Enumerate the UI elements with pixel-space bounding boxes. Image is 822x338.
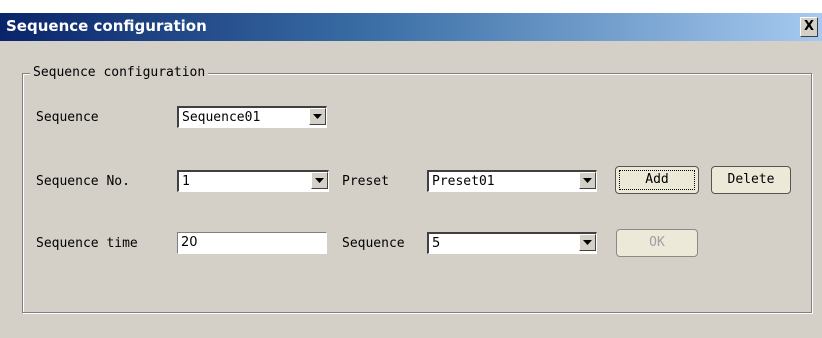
chevron-down-icon[interactable] [309,108,326,125]
close-button[interactable]: X [800,17,818,37]
sequence-select[interactable]: Sequence01 [177,106,327,128]
sequence-count-value: 5 [432,236,441,251]
ok-button[interactable]: OK [616,229,698,257]
sequence-time-input[interactable]: 20 [177,232,327,254]
sequence-no-label: Sequence No. [36,174,130,189]
chevron-down-icon[interactable] [579,234,596,251]
chevron-down-icon[interactable] [579,172,596,189]
sequence-select-value: Sequence01 [182,110,261,125]
focus-ring [619,170,695,190]
sequence-config-dialog: Sequence configuration X Sequence config… [0,0,822,338]
sequence-count-label: Sequence [342,236,405,251]
preset-label: Preset [342,174,389,189]
group-legend: Sequence configuration [30,65,209,80]
top-strip [0,0,822,13]
sequence-count-select[interactable]: 5 [427,232,597,254]
chevron-down-icon[interactable] [311,172,328,189]
title-bar[interactable]: Sequence configuration X [0,13,822,41]
delete-button-label: Delete [727,172,775,187]
preset-value: Preset01 [432,174,495,189]
close-icon: X [803,19,815,34]
sequence-time-label: Sequence time [36,236,138,251]
sequence-label: Sequence [36,110,99,125]
add-button[interactable]: Add [615,166,699,194]
window-title: Sequence configuration [6,17,207,35]
sequence-no-value: 1 [182,174,190,189]
ok-button-label: OK [649,235,665,250]
preset-select[interactable]: Preset01 [427,170,597,192]
delete-button[interactable]: Delete [711,166,791,194]
sequence-no-select[interactable]: 1 [177,170,329,192]
sequence-time-value: 20 [181,235,198,250]
